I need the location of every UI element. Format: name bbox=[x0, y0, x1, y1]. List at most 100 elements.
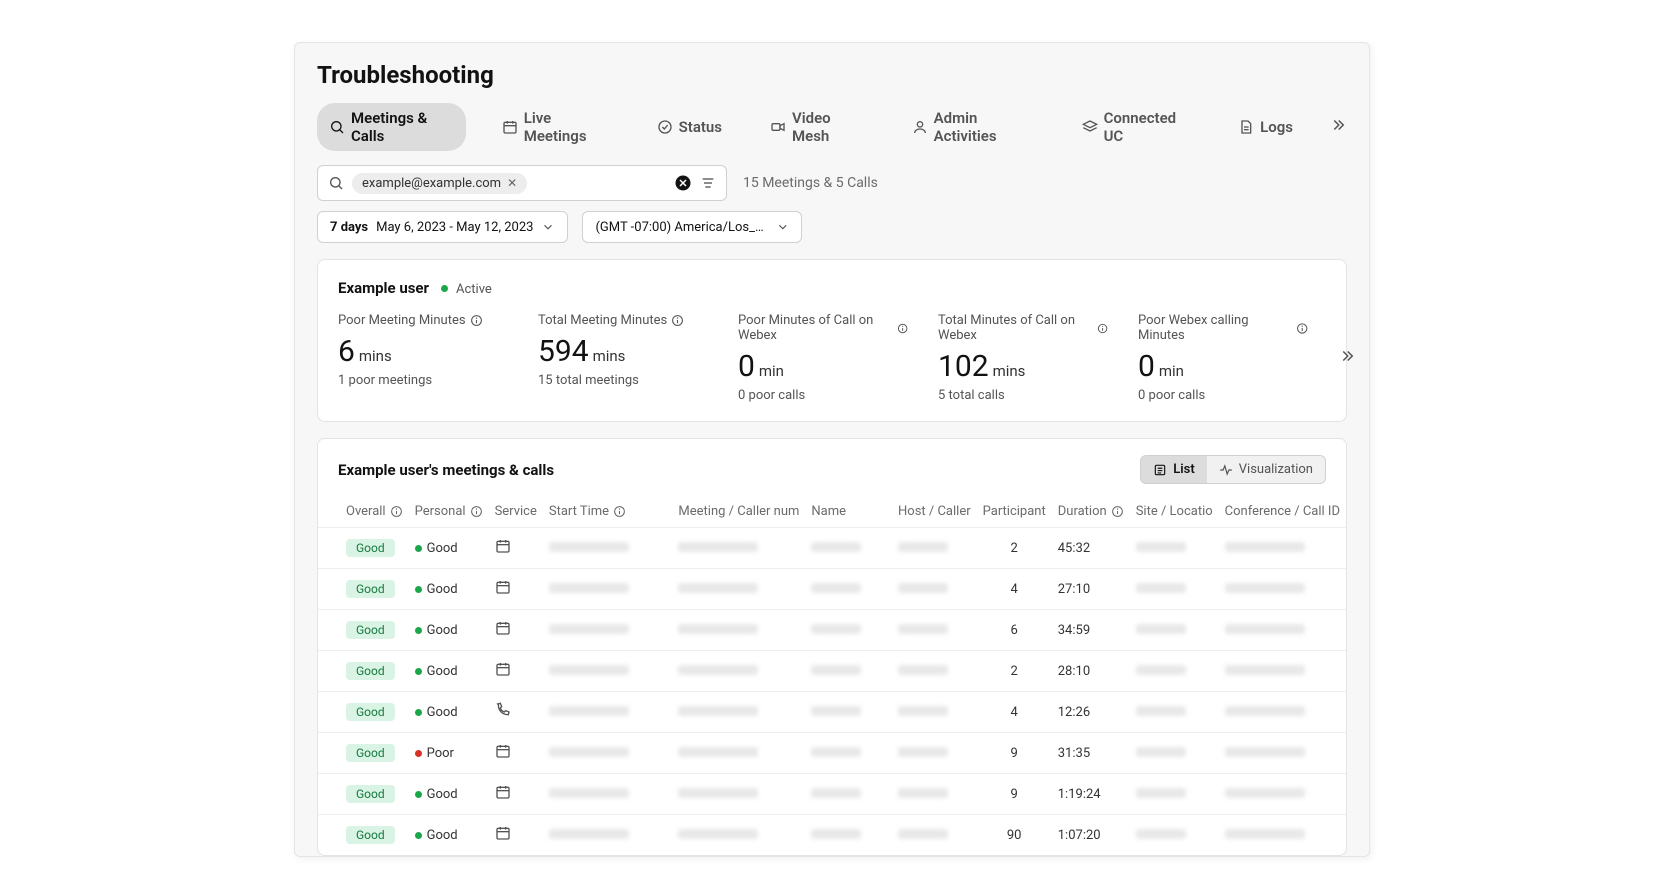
col-duration[interactable]: Duration bbox=[1052, 496, 1130, 528]
status-text: Active bbox=[456, 282, 492, 297]
quality-dot-icon bbox=[415, 832, 422, 839]
table-row[interactable]: Good Good 9 1:19:24 bbox=[318, 774, 1346, 815]
number-cell bbox=[672, 528, 805, 569]
participants-cell: 2 bbox=[977, 651, 1052, 692]
tab-label: Admin Activities bbox=[934, 109, 1034, 145]
calendar-icon bbox=[495, 579, 511, 595]
timezone-dropdown[interactable]: (GMT -07:00) America/Los_A... bbox=[582, 211, 802, 243]
confid-cell bbox=[1219, 774, 1346, 815]
tab-connected-uc[interactable]: Connected UC bbox=[1070, 103, 1203, 151]
col-participants[interactable]: Participant bbox=[977, 496, 1052, 528]
visualization-view-button[interactable]: Visualization bbox=[1207, 456, 1325, 483]
col-overall[interactable]: Overall bbox=[318, 496, 409, 528]
col-confid[interactable]: Conference / Call ID bbox=[1219, 496, 1346, 528]
info-icon bbox=[897, 322, 908, 335]
personal-cell: Good bbox=[409, 610, 489, 651]
col-number[interactable]: Meeting / Caller num bbox=[672, 496, 805, 528]
duration-cell: 28:10 bbox=[1052, 651, 1130, 692]
status-dot-icon bbox=[441, 285, 448, 292]
quality-dot-icon bbox=[415, 791, 422, 798]
table-row[interactable]: Good Good 2 45:32 bbox=[318, 528, 1346, 569]
host-cell bbox=[892, 692, 977, 733]
overall-badge: Good bbox=[346, 826, 395, 844]
col-name[interactable]: Name bbox=[805, 496, 892, 528]
confid-cell bbox=[1219, 569, 1346, 610]
participants-cell: 4 bbox=[977, 569, 1052, 610]
duration-cell: 1:07:20 bbox=[1052, 815, 1130, 856]
name-cell bbox=[805, 528, 892, 569]
tab-logs[interactable]: Logs bbox=[1226, 112, 1305, 142]
tab-admin-activities[interactable]: Admin Activities bbox=[900, 103, 1046, 151]
site-cell bbox=[1130, 569, 1219, 610]
name-cell bbox=[805, 610, 892, 651]
table-row[interactable]: Good Good 2 28:10 bbox=[318, 651, 1346, 692]
tab-live-meetings[interactable]: Live Meetings bbox=[490, 103, 621, 151]
participants-cell: 2 bbox=[977, 528, 1052, 569]
check-circle-icon bbox=[657, 119, 673, 135]
viz-label: Visualization bbox=[1239, 462, 1313, 477]
host-cell bbox=[892, 815, 977, 856]
stat-sub: 0 poor calls bbox=[738, 388, 908, 403]
start-cell bbox=[543, 815, 673, 856]
name-cell bbox=[805, 774, 892, 815]
clear-search-icon[interactable] bbox=[674, 174, 692, 192]
tab-meetings-calls[interactable]: Meetings & Calls bbox=[317, 103, 466, 151]
col-host[interactable]: Host / Caller bbox=[892, 496, 977, 528]
calendar-icon bbox=[495, 784, 511, 800]
remove-chip-button[interactable]: ✕ bbox=[507, 176, 517, 190]
calendar-icon bbox=[495, 825, 511, 841]
quality-dot-icon bbox=[415, 627, 422, 634]
stat-block: Poor Webex calling Minutes 0min 0 poor c… bbox=[1138, 313, 1308, 403]
table-row[interactable]: Good Good 4 27:10 bbox=[318, 569, 1346, 610]
filter-settings-icon[interactable] bbox=[700, 175, 716, 191]
name-cell bbox=[805, 733, 892, 774]
table-row[interactable]: Good Good 4 12:26 bbox=[318, 692, 1346, 733]
daterange-dropdown[interactable]: 7 days May 6, 2023 - May 12, 2023 bbox=[317, 211, 568, 243]
stat-block: Poor Meeting Minutes 6mins 1 poor meetin… bbox=[338, 313, 508, 388]
more-tabs-button[interactable] bbox=[1329, 116, 1347, 138]
personal-cell: Good bbox=[409, 569, 489, 610]
stat-value: 0min bbox=[738, 349, 908, 384]
participants-cell: 6 bbox=[977, 610, 1052, 651]
personal-cell: Good bbox=[409, 651, 489, 692]
status-badge: Active bbox=[441, 278, 492, 297]
col-start[interactable]: Start Time bbox=[543, 496, 673, 528]
activity-icon bbox=[1219, 463, 1233, 477]
duration-cell: 27:10 bbox=[1052, 569, 1130, 610]
table-row[interactable]: Good Good 90 1:07:20 bbox=[318, 815, 1346, 856]
tab-label: Live Meetings bbox=[524, 109, 609, 145]
stat-label: Poor Webex calling Minutes bbox=[1138, 313, 1308, 343]
duration-cell: 45:32 bbox=[1052, 528, 1130, 569]
list-view-button[interactable]: List bbox=[1141, 456, 1206, 483]
name-cell bbox=[805, 815, 892, 856]
daterange-text: May 6, 2023 - May 12, 2023 bbox=[376, 220, 533, 235]
col-service[interactable]: Service bbox=[489, 496, 543, 528]
meetings-table-card: Example user's meetings & calls List Vis… bbox=[317, 438, 1347, 856]
confid-cell bbox=[1219, 610, 1346, 651]
service-cell bbox=[489, 774, 543, 815]
table-row[interactable]: Good Poor 9 31:35 bbox=[318, 733, 1346, 774]
duration-cell: 34:59 bbox=[1052, 610, 1130, 651]
host-cell bbox=[892, 569, 977, 610]
tab-status[interactable]: Status bbox=[645, 112, 734, 142]
stat-label: Poor Minutes of Call on Webex bbox=[738, 313, 908, 343]
col-site[interactable]: Site / Locatio bbox=[1130, 496, 1219, 528]
user-name: Example user bbox=[338, 279, 429, 297]
tab-video-mesh[interactable]: Video Mesh bbox=[758, 103, 876, 151]
stat-value: 0min bbox=[1138, 349, 1308, 384]
quality-dot-icon bbox=[415, 750, 422, 757]
participants-cell: 9 bbox=[977, 733, 1052, 774]
table-row[interactable]: Good Good 6 34:59 bbox=[318, 610, 1346, 651]
stat-value: 102mins bbox=[938, 349, 1108, 384]
stat-sub: 1 poor meetings bbox=[338, 373, 508, 388]
meetings-table: Overall Personal Service Start Time Meet… bbox=[318, 496, 1346, 855]
stat-sub: 5 total calls bbox=[938, 388, 1108, 403]
site-cell bbox=[1130, 692, 1219, 733]
overall-badge: Good bbox=[346, 662, 395, 680]
col-personal[interactable]: Personal bbox=[409, 496, 489, 528]
chevrons-right-icon bbox=[1338, 347, 1356, 365]
service-cell bbox=[489, 569, 543, 610]
stat-sub: 15 total meetings bbox=[538, 373, 708, 388]
search-input[interactable]: example@example.com ✕ bbox=[317, 165, 727, 201]
expand-stats-button[interactable] bbox=[1338, 347, 1356, 369]
